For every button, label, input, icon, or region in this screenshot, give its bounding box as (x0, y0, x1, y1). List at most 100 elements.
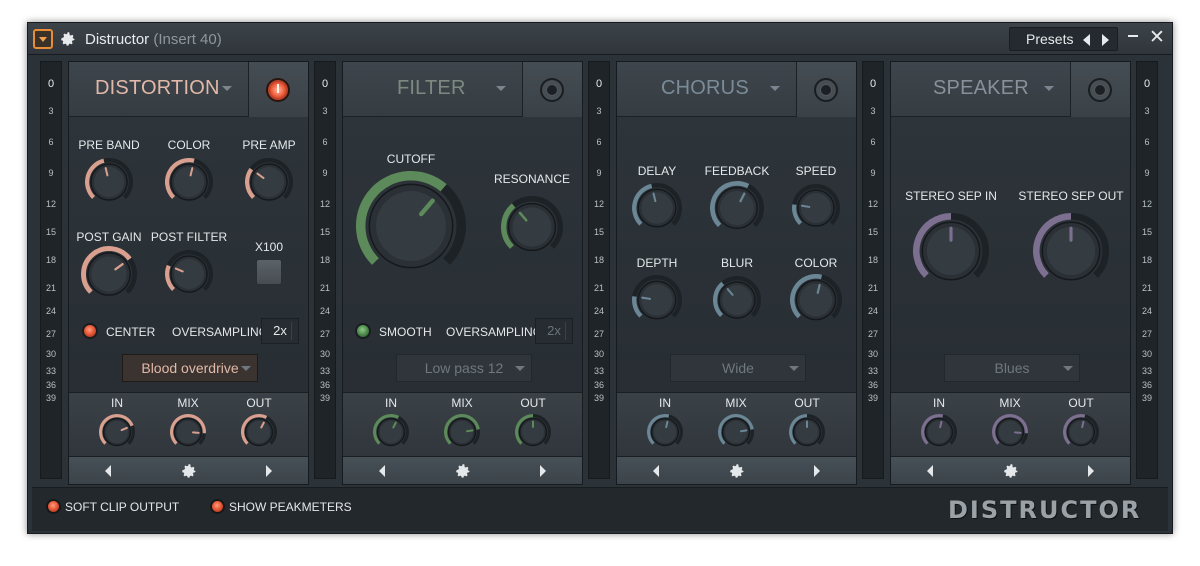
arrow-left-icon[interactable] (105, 465, 111, 477)
in-label: IN (659, 396, 671, 410)
resonance-knob[interactable] (500, 195, 564, 259)
presets-label[interactable]: Presets (1026, 31, 1073, 47)
power-button-area[interactable] (1070, 62, 1130, 117)
feedback-knob[interactable] (709, 180, 765, 236)
pre-band-knob[interactable] (84, 157, 134, 207)
mix-knob[interactable] (991, 413, 1029, 451)
module-name[interactable]: DISTORTION (95, 77, 220, 100)
delay-knob[interactable] (631, 182, 683, 234)
out-knob[interactable] (1062, 413, 1100, 451)
chevron-down-icon[interactable] (770, 86, 780, 91)
arrow-right-icon[interactable] (814, 465, 820, 477)
module-nav-bar (617, 456, 856, 484)
gear-icon[interactable] (59, 30, 77, 48)
center-led[interactable] (82, 323, 98, 339)
chorus-type-dropdown[interactable]: Wide (670, 354, 806, 382)
level-meter-4: 0 3 6 9 12 15 18 21 24 27 30 33 36 39 (862, 61, 884, 479)
arrow-left-icon[interactable] (653, 465, 659, 477)
module-name[interactable]: FILTER (397, 77, 466, 100)
blur-knob[interactable] (712, 275, 762, 325)
post-gain-knob[interactable] (80, 245, 138, 303)
speaker-module: SPEAKER STEREO SEP IN STEREO SEP OUT Blu… (890, 61, 1131, 485)
arrow-right-icon[interactable] (540, 465, 546, 477)
x100-toggle[interactable] (256, 259, 282, 285)
smooth-led[interactable] (355, 323, 371, 339)
mix-knob[interactable] (169, 413, 207, 451)
meter-scale-mark: 39 (1141, 393, 1152, 403)
in-knob[interactable] (646, 413, 684, 451)
color-knob[interactable] (164, 157, 214, 207)
module-header[interactable]: SPEAKER (891, 62, 1130, 117)
peakmeters-led[interactable] (210, 499, 225, 514)
mix-section: IN MIX OUT (891, 392, 1130, 456)
meter-scale-mark: 9 (1144, 168, 1150, 178)
out-knob[interactable] (240, 413, 278, 451)
minimize-icon[interactable] (1128, 35, 1138, 37)
gear-icon[interactable] (728, 462, 746, 480)
stereo-sep-out-knob[interactable] (1032, 212, 1110, 290)
power-button-area[interactable] (522, 62, 582, 117)
mix-label: MIX (451, 396, 473, 410)
filter-type-dropdown[interactable]: Low pass 12 (396, 354, 532, 382)
chevron-down-icon[interactable] (1044, 86, 1054, 91)
in-label: IN (385, 396, 397, 410)
power-icon[interactable] (540, 78, 564, 102)
distortion-type-dropdown[interactable]: Blood overdrive (122, 354, 258, 382)
speed-knob[interactable] (791, 183, 841, 233)
mix-knob[interactable] (443, 413, 481, 451)
out-knob[interactable] (514, 413, 552, 451)
pre-amp-knob[interactable] (244, 157, 294, 207)
gear-icon[interactable] (1002, 462, 1020, 480)
color-knob[interactable] (789, 273, 843, 327)
module-header[interactable]: DISTORTION (69, 62, 308, 117)
speaker-type-dropdown[interactable]: Blues (944, 354, 1080, 382)
preset-next-icon[interactable] (1102, 34, 1109, 46)
preset-prev-icon[interactable] (1083, 34, 1090, 46)
meter-scale-mark: 21 (45, 283, 56, 293)
oversampling-select[interactable]: 2x (261, 318, 299, 344)
chevron-down-icon[interactable] (222, 86, 232, 91)
module-header[interactable]: FILTER (343, 62, 582, 117)
meter-scale-mark: 33 (593, 366, 604, 376)
stereo-sep-in-knob[interactable] (912, 212, 990, 290)
oversampling-select[interactable]: 2x (535, 318, 573, 344)
power-button-area[interactable] (248, 62, 308, 117)
in-knob[interactable] (372, 413, 410, 451)
meter-scale-mark: 30 (45, 349, 56, 359)
power-icon[interactable] (266, 78, 290, 102)
arrow-left-icon[interactable] (379, 465, 385, 477)
arrow-right-icon[interactable] (1088, 465, 1094, 477)
module-nav-bar (343, 456, 582, 484)
meter-scale-mark: 3 (322, 106, 328, 116)
presets-control[interactable]: Presets (1009, 27, 1118, 51)
out-knob[interactable] (788, 413, 826, 451)
chevron-down-icon[interactable] (496, 86, 506, 91)
module-header[interactable]: CHORUS (617, 62, 856, 117)
power-icon[interactable] (814, 78, 838, 102)
mix-knob[interactable] (717, 413, 755, 451)
meter-scale-mark: 9 (322, 168, 328, 178)
post-filter-knob[interactable] (164, 249, 214, 299)
arrow-left-icon[interactable] (927, 465, 933, 477)
power-button-area[interactable] (796, 62, 856, 117)
level-meter-5: 0 3 6 9 12 15 18 21 24 27 30 33 36 39 (1136, 61, 1158, 479)
soft-clip-led[interactable] (46, 499, 61, 514)
in-knob[interactable] (98, 413, 136, 451)
filter-module: FILTER CUTOFF RESONANCE SMOOTH OVERSAMPL… (342, 61, 583, 485)
gear-icon[interactable] (454, 462, 472, 480)
module-nav-bar (891, 456, 1130, 484)
close-icon[interactable]: ✕ (1148, 28, 1166, 48)
depth-knob[interactable] (631, 274, 683, 326)
module-name[interactable]: CHORUS (661, 77, 749, 100)
cutoff-knob[interactable] (355, 170, 467, 282)
soft-clip-label[interactable]: SOFT CLIP OUTPUT (65, 500, 179, 514)
power-icon[interactable] (1088, 78, 1112, 102)
module-name[interactable]: SPEAKER (933, 77, 1029, 100)
dropdown-menu-icon[interactable] (33, 29, 53, 49)
meter-scale-mark: 0 (47, 78, 55, 90)
arrow-right-icon[interactable] (266, 465, 272, 477)
gear-icon[interactable] (180, 462, 198, 480)
distructor-window: Distructor (Insert 40) Presets ✕ 0 3 6 9 12 1… (27, 22, 1173, 534)
peakmeters-label[interactable]: SHOW PEAKMETERS (229, 500, 352, 514)
in-knob[interactable] (920, 413, 958, 451)
